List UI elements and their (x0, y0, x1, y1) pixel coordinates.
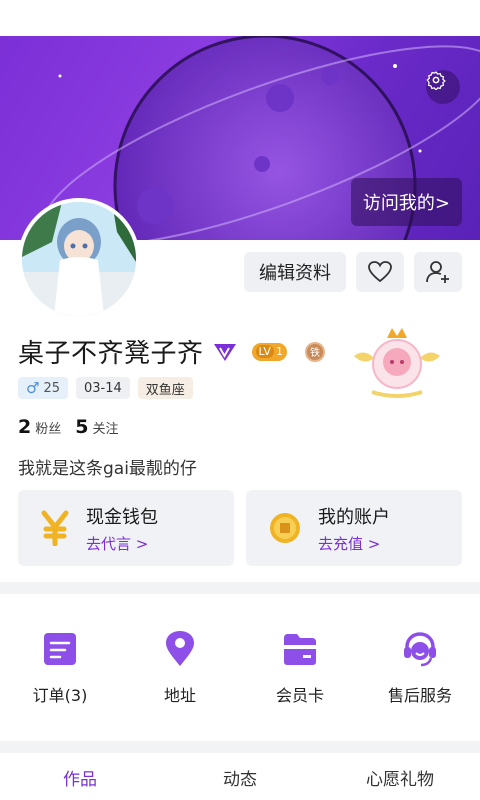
fans-label: 粉丝 (35, 422, 62, 437)
menu-item-address[interactable]: 地址 (120, 630, 240, 706)
birthday-tag: 03-14 (76, 377, 130, 399)
order-icon (44, 633, 76, 665)
zodiac-tag: 双鱼座 (137, 377, 193, 399)
section-divider (0, 741, 480, 753)
menu-label-member-card: 会员卡 (275, 686, 324, 705)
following-label: 关注 (92, 422, 119, 437)
yuan-icon (41, 510, 69, 546)
member-card-icon (284, 634, 316, 665)
age-value: 25 (43, 380, 60, 396)
favorite-button[interactable] (356, 252, 404, 292)
visit-my-page-button[interactable]: 访问我的> (350, 178, 462, 226)
menu-item-after-sales[interactable]: 售后服务 (360, 630, 480, 706)
menu-item-orders[interactable]: 订单(3) (0, 630, 120, 706)
mascot-badge (354, 328, 440, 398)
following-stat[interactable]: 5 关注 (75, 416, 118, 438)
menu-item-member-card[interactable]: 会员卡 (240, 630, 360, 706)
avatar[interactable] (18, 198, 140, 320)
section-divider (0, 582, 480, 594)
fans-stat[interactable]: 2 粉丝 (18, 416, 61, 438)
following-count: 5 (75, 416, 89, 438)
tab-works[interactable]: 作品 (0, 755, 160, 800)
add-friend-button[interactable] (414, 252, 462, 292)
menu-label-orders: 订单(3) (32, 686, 88, 705)
profile-tabs: 作品 动态 心愿礼物 (0, 755, 480, 800)
gear-icon (426, 71, 446, 90)
level-prefix: LV (255, 345, 274, 358)
rank-badge: 铁 (304, 341, 325, 362)
tab-wish-gifts[interactable]: 心愿礼物 (320, 755, 480, 800)
status-bar (0, 0, 480, 36)
level-badge: LV 1 (251, 342, 287, 361)
cash-wallet-card[interactable]: 现金钱包 去代言 > (18, 490, 234, 566)
my-account-title: 我的账户 (318, 506, 390, 528)
vip-badge-icon (213, 343, 236, 361)
heart-icon (368, 261, 392, 283)
cash-wallet-title: 现金钱包 (86, 506, 158, 528)
location-pin-icon (166, 631, 194, 666)
recharge-link[interactable]: 去充值 > (318, 533, 390, 554)
edit-profile-button[interactable]: 编辑资料 (244, 252, 346, 292)
settings-button[interactable] (426, 70, 460, 104)
username: 桌子不齐凳子齐 (18, 339, 204, 369)
menu-label-address: 地址 (163, 686, 196, 705)
male-icon: ♂ (26, 379, 40, 397)
add-user-icon (426, 261, 449, 283)
service-menu: 订单(3) 地址 会员卡 售后服务 (0, 630, 480, 706)
level-value: 1 (275, 345, 283, 358)
gender-age-tag: ♂ 25 (18, 377, 68, 399)
tab-moments[interactable]: 动态 (160, 755, 320, 800)
fans-count: 2 (18, 416, 32, 438)
headset-icon (404, 632, 436, 667)
menu-label-after-sales: 售后服务 (387, 686, 452, 705)
avatar-illustration (22, 202, 136, 316)
cash-wallet-link[interactable]: 去代言 > (86, 533, 158, 554)
coin-icon (270, 513, 300, 543)
my-account-card[interactable]: 我的账户 去充值 > (246, 490, 462, 566)
profile-bio: 我就是这条gai最靓的仔 (18, 459, 197, 479)
